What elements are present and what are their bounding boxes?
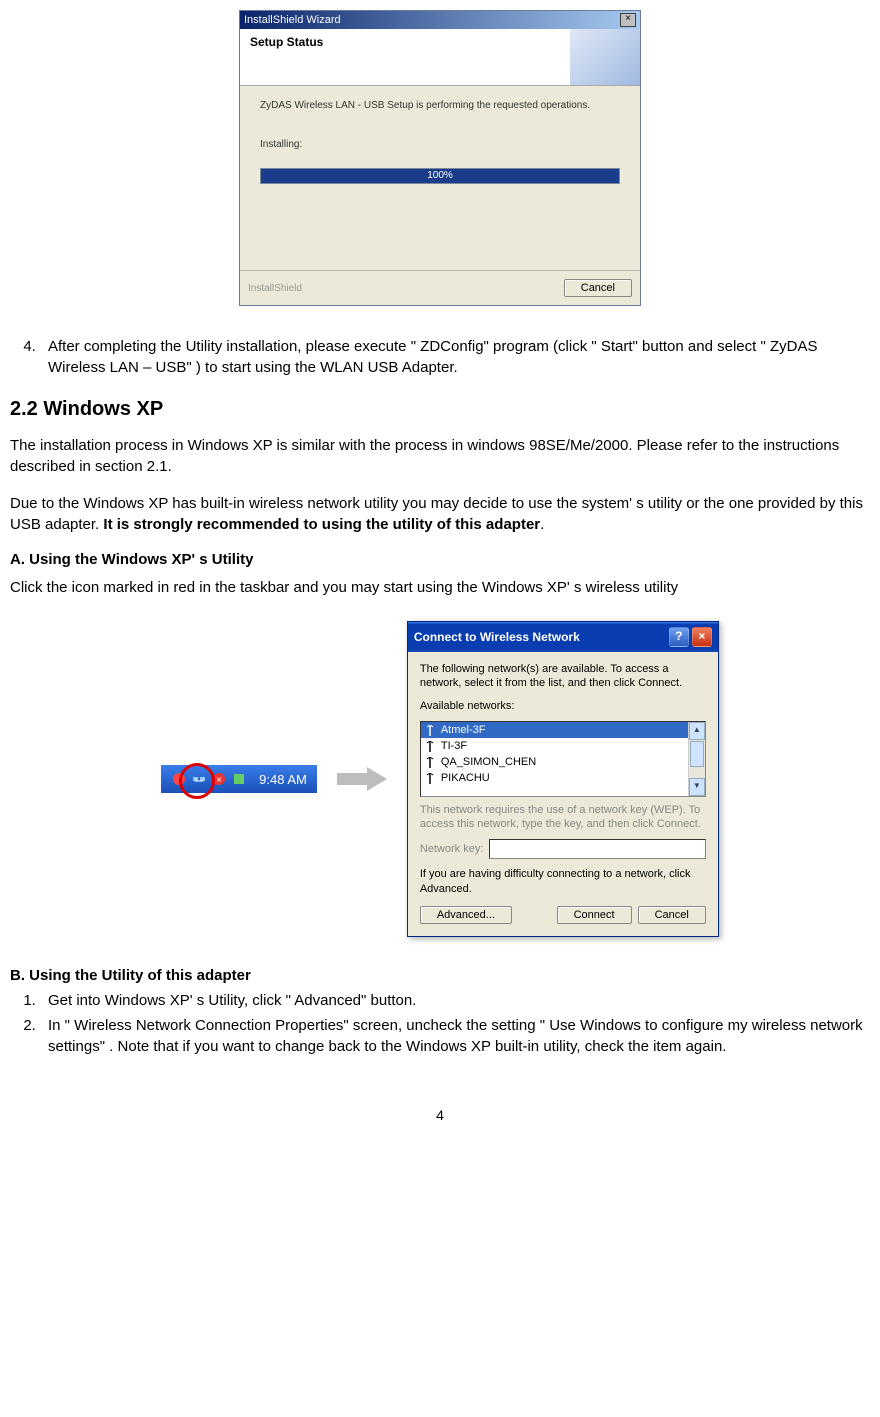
- wizard-body: ZyDAS Wireless LAN - USB Setup is perfor…: [240, 86, 640, 270]
- antenna-icon: [425, 756, 435, 768]
- dialog-titlebar: Connect to Wireless Network ? ×: [408, 622, 718, 652]
- antenna-icon: [425, 724, 435, 736]
- dialog-title: Connect to Wireless Network: [414, 630, 580, 644]
- list-item[interactable]: QA_SIMON_CHEN: [421, 754, 688, 770]
- section-heading: 2.2 Windows XP: [10, 398, 870, 421]
- arrow-icon: [337, 767, 387, 791]
- para2-bold: It is strongly recommended to using the …: [103, 516, 540, 533]
- wizard-header: Setup Status: [240, 29, 640, 86]
- wep-note: This network requires the use of a netwo…: [420, 803, 706, 832]
- paragraph-1: The installation process in Windows XP i…: [10, 435, 870, 477]
- page-number: 4: [10, 1107, 870, 1123]
- wizard-footer: InstallShield Cancel: [240, 270, 640, 305]
- difficulty-text: If you are having difficulty connecting …: [420, 867, 706, 896]
- footer-brand: InstallShield: [248, 279, 302, 294]
- antenna-icon: [425, 740, 435, 752]
- available-networks-label: Available networks:: [420, 699, 706, 713]
- installing-label: Installing:: [260, 139, 620, 150]
- list-item[interactable]: Atmel-3F: [421, 722, 688, 738]
- help-icon[interactable]: ?: [669, 627, 689, 647]
- connect-wireless-dialog: Connect to Wireless Network ? × The foll…: [407, 621, 719, 937]
- scroll-down-icon[interactable]: ▼: [689, 778, 705, 796]
- network-name: QA_SIMON_CHEN: [441, 756, 536, 768]
- advanced-button[interactable]: Advanced...: [420, 906, 512, 924]
- scrollbar[interactable]: ▲ ▼: [688, 722, 705, 796]
- wizard-title-text: InstallShield Wizard: [244, 14, 341, 26]
- scroll-up-icon[interactable]: ▲: [689, 722, 705, 740]
- dialog-body: The following network(s) are available. …: [408, 652, 718, 936]
- antenna-icon: [425, 772, 435, 784]
- sub-b-list: Get into Windows XP' s Utility, click " …: [10, 990, 870, 1057]
- network-name: Atmel-3F: [441, 724, 486, 736]
- figure-row: × 9:48 AM Connect to Wireless Network ? …: [10, 621, 870, 937]
- tray-icon-4: [231, 771, 247, 787]
- para2-post: .: [540, 516, 544, 533]
- wizard-titlebar: InstallShield Wizard ×: [240, 11, 640, 29]
- step-4-text: After completing the Utility installatio…: [40, 336, 870, 378]
- svg-text:×: ×: [216, 775, 222, 786]
- sub-a-text: Click the icon marked in red in the task…: [10, 574, 870, 601]
- progress-fill: 100%: [261, 169, 619, 183]
- sub-a-heading: A. Using the Windows XP' s Utility: [10, 551, 870, 568]
- network-name: TI-3F: [441, 740, 467, 752]
- wizard-message: ZyDAS Wireless LAN - USB Setup is perfor…: [260, 100, 620, 111]
- paragraph-2: Due to the Windows XP has built-in wirel…: [10, 493, 870, 535]
- sub-b-item-2: In " Wireless Network Connection Propert…: [40, 1015, 870, 1057]
- sub-b-item-1: Get into Windows XP' s Utility, click " …: [40, 990, 870, 1011]
- installshield-wizard-figure: InstallShield Wizard × Setup Status ZyDA…: [239, 10, 641, 306]
- list-item[interactable]: TI-3F: [421, 738, 688, 754]
- close-icon[interactable]: ×: [692, 627, 712, 647]
- taskbar-tray: × 9:48 AM: [161, 765, 317, 793]
- red-circle-annotation: [179, 763, 215, 799]
- network-name: PIKACHU: [441, 772, 490, 784]
- close-icon[interactable]: ×: [620, 13, 636, 27]
- step-list: After completing the Utility installatio…: [10, 336, 870, 378]
- sub-b-heading: B. Using the Utility of this adapter: [10, 967, 870, 984]
- connect-button[interactable]: Connect: [557, 906, 632, 924]
- scroll-thumb[interactable]: [690, 741, 704, 767]
- cancel-button[interactable]: Cancel: [564, 279, 632, 297]
- dialog-intro: The following network(s) are available. …: [420, 662, 706, 691]
- network-key-label: Network key:: [420, 843, 484, 855]
- list-item[interactable]: PIKACHU: [421, 770, 688, 786]
- network-key-input[interactable]: [489, 839, 705, 859]
- progress-bar: 100%: [260, 168, 620, 184]
- network-listbox[interactable]: Atmel-3F TI-3F QA_SIMON_CHEN PIKACHU: [420, 721, 706, 797]
- wizard-header-graphic: [570, 29, 640, 85]
- taskbar-clock: 9:48 AM: [259, 772, 307, 787]
- cancel-button[interactable]: Cancel: [638, 906, 706, 924]
